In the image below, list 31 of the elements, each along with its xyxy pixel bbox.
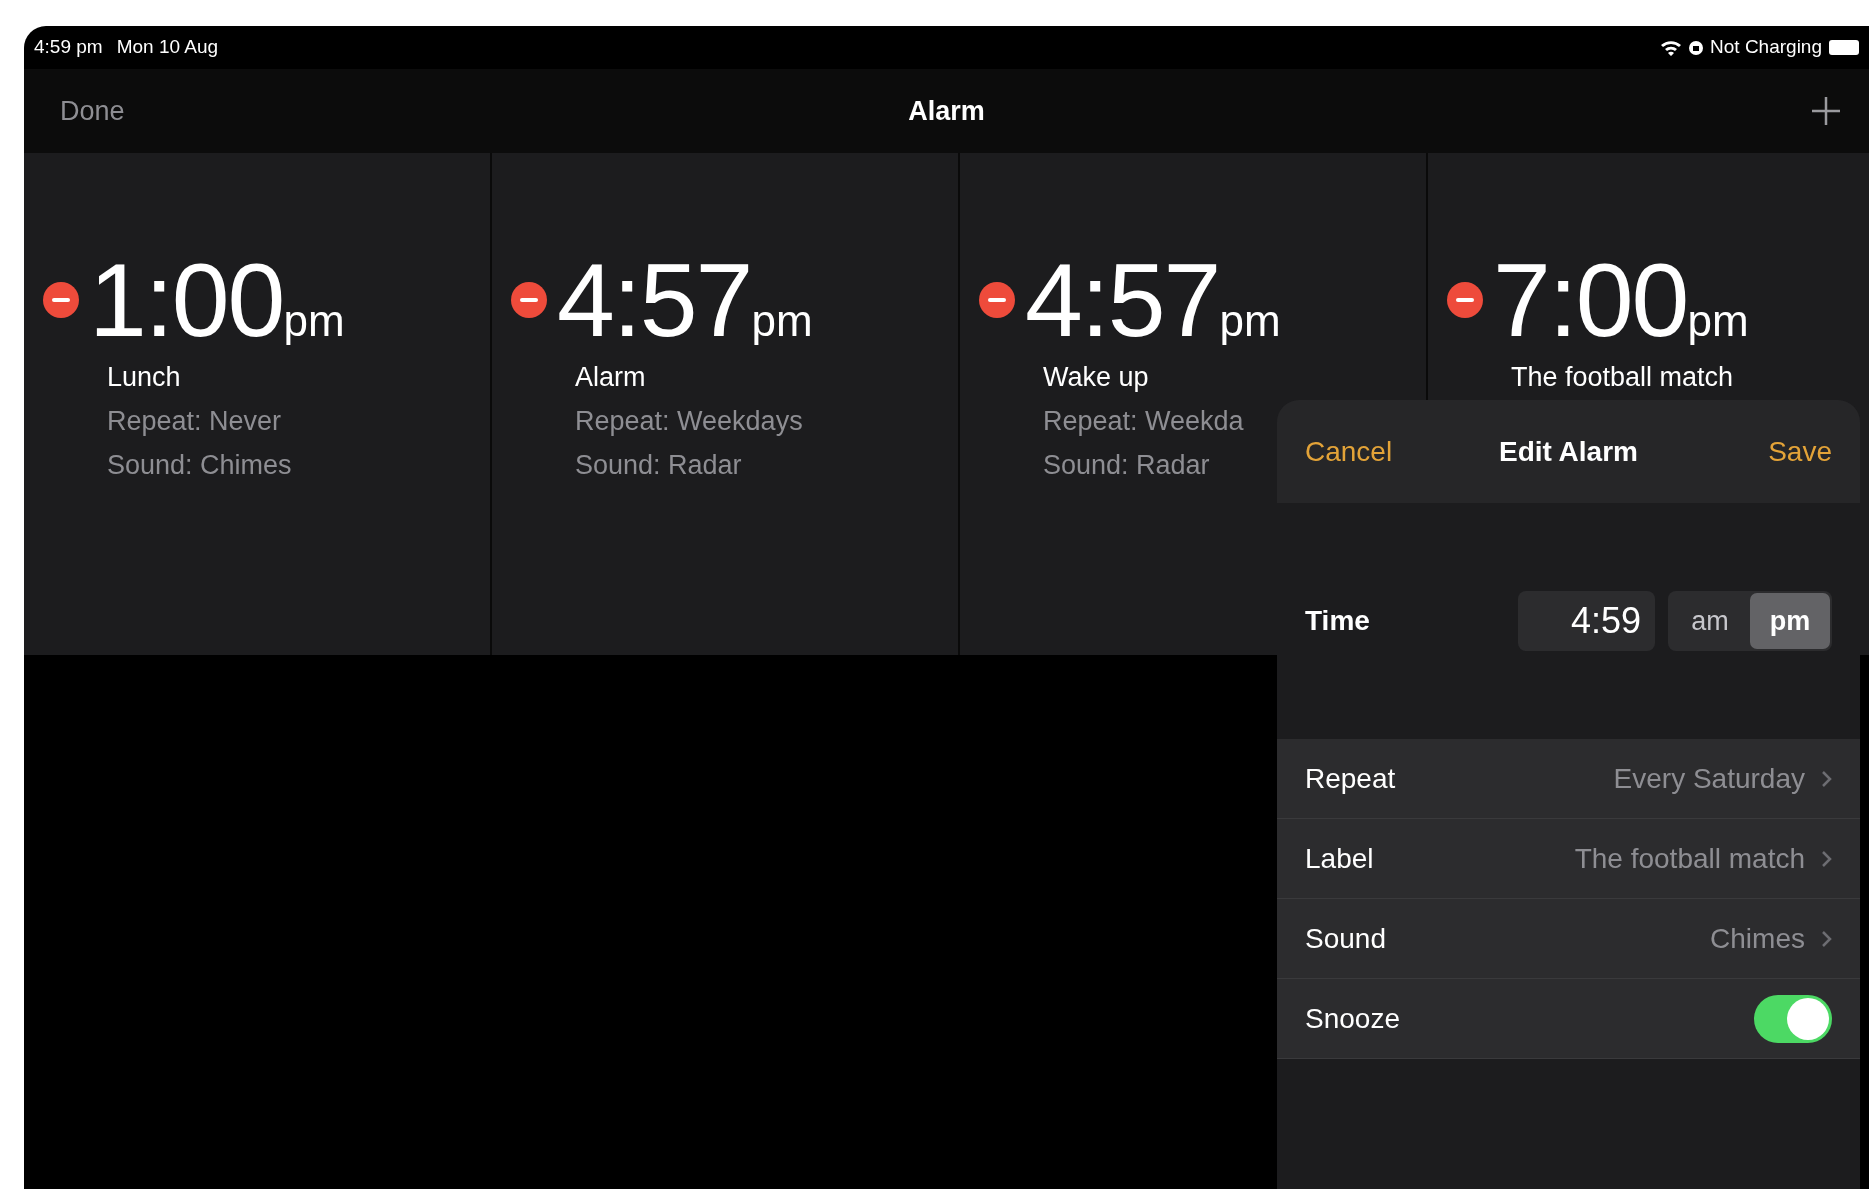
alarm-sound: Sound: Radar (1043, 449, 1210, 483)
alarm-time: 4:57 (1025, 243, 1220, 358)
alarm-repeat: Repeat: Weekda (1043, 405, 1244, 439)
alarm-label: Wake up (1043, 361, 1149, 395)
alarm-time: 7:00 (1493, 243, 1688, 358)
alarm-period: pm (1219, 295, 1281, 347)
alarm-label: Lunch (107, 361, 181, 395)
status-time: 4:59 pm (34, 35, 103, 60)
alarm-label: The football match (1511, 361, 1734, 395)
alarm-period: pm (1687, 295, 1749, 347)
row-value: Every Saturday (1613, 761, 1805, 796)
alarm-time: 1:00 (89, 243, 284, 358)
alarm-time: 4:57 (557, 243, 752, 358)
alarm-label: Alarm (575, 361, 646, 395)
row-label: Snooze (1305, 1001, 1400, 1036)
row-label: Sound (1305, 921, 1386, 956)
popover-title: Edit Alarm (1499, 434, 1638, 469)
alarm-period: pm (283, 295, 345, 347)
time-label: Time (1305, 604, 1370, 638)
alarm-sound: Sound: Radar (575, 449, 742, 483)
row-value: Chimes (1710, 921, 1805, 956)
row-label: Repeat (1305, 761, 1396, 796)
status-date: Mon 10 Aug (116, 35, 219, 60)
alarm-repeat: Repeat: Never (107, 405, 282, 439)
charging-status: Not Charging (1710, 35, 1822, 60)
alarm-repeat: Repeat: Weekdays (575, 405, 803, 439)
row-value: The football match (1574, 841, 1805, 876)
alarm-period: pm (751, 295, 813, 347)
row-label: Label (1305, 841, 1374, 876)
screen-title: Alarm (908, 94, 985, 128)
alarm-sound: Sound: Chimes (107, 449, 292, 483)
